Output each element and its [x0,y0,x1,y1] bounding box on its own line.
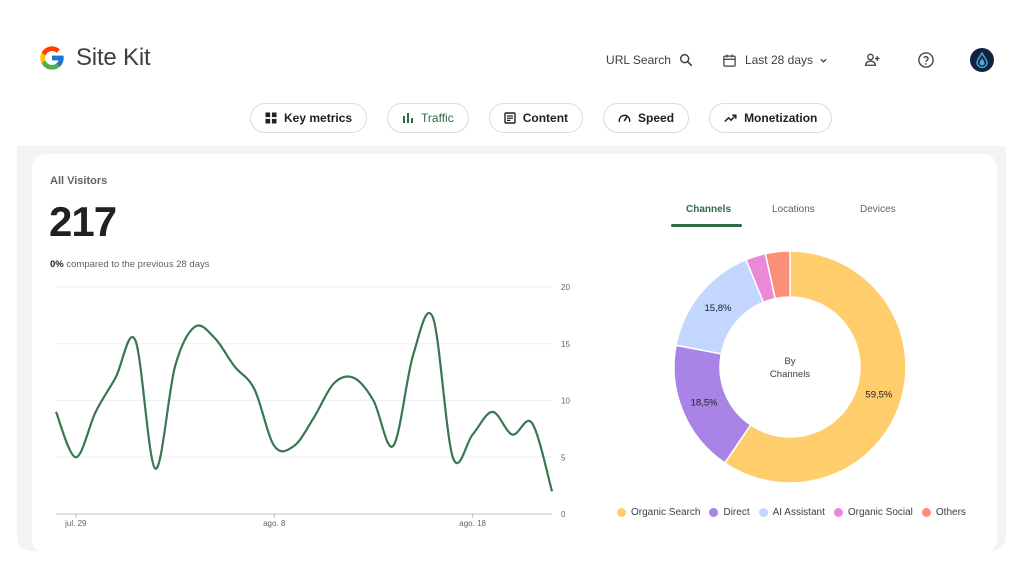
speedometer-icon [618,114,631,123]
legend-label: AI Assistant [772,507,825,518]
legend-label: Direct [723,507,750,518]
avatar[interactable] [970,48,994,72]
bar-chart-icon [403,113,414,123]
legend-item-organic-social[interactable]: Organic Social [833,507,913,518]
legend-dot [617,508,626,517]
url-search-button[interactable]: URL Search [606,52,694,68]
slice-value-label: 15,8% [705,303,732,314]
add-user-button[interactable] [862,50,882,70]
legend-item-organic-search[interactable]: Organic Search [617,507,700,518]
legend-label: Others [935,507,966,518]
tab-label: Traffic [421,111,454,125]
help-icon [918,52,934,68]
legend-dot [758,508,768,517]
tab-traffic[interactable]: Traffic [387,103,469,133]
legend-dot [921,508,931,517]
channels-donut-chart: 59,5% 18,5% 15,8% By Channels [673,250,907,484]
help-button[interactable] [916,50,936,70]
grid-icon [265,112,277,124]
legend-item-others[interactable]: Others [921,507,966,518]
visitors-card: All Visitors 217 0% compared to the prev… [32,154,997,554]
date-range-label: Last 28 days [744,53,813,67]
chart-legend: Organic Search Direct AI Assistant Organ… [617,507,975,518]
water-drop-icon [976,52,988,68]
legend-item-ai-assistant[interactable]: AI Assistant [758,507,825,518]
tab-key-metrics[interactable]: Key metrics [250,103,368,133]
legend-label: Organic Social [847,507,913,518]
legend-item-direct[interactable]: Direct [709,507,750,518]
donut-center-label: Channels [770,369,810,380]
legend-label: Organic Search [631,507,701,518]
tab-speed[interactable]: Speed [603,103,690,133]
tab-label: Key metrics [284,111,353,125]
header: Site Kit URL Search Last 28 days [0,0,1024,100]
google-g-icon [40,46,64,70]
donut-center-label: By [784,356,795,367]
slice-value-label: 59,5% [865,389,892,400]
site-kit-logo[interactable]: Site Kit [38,44,151,72]
article-icon [504,112,516,124]
chevron-down-icon [820,58,827,63]
url-search-label: URL Search [606,53,671,67]
date-range-selector[interactable]: Last 28 days [722,53,828,68]
tab-content[interactable]: Content [488,103,584,133]
person-add-icon [864,53,880,66]
legend-dot [833,508,843,517]
tab-label: Content [522,111,569,125]
app-name: Site Kit [76,44,151,71]
slice-value-label: 18,5% [691,398,718,409]
section-nav: Key metrics Traffic Content Speed Moneti… [250,103,852,133]
trending-up-icon [724,114,737,123]
tab-label: Speed [638,111,675,125]
tab-monetization[interactable]: Monetization [709,103,833,133]
calendar-icon [723,54,736,67]
legend-dot [709,508,719,517]
tab-label: Monetization [744,111,818,125]
search-icon [679,53,693,67]
